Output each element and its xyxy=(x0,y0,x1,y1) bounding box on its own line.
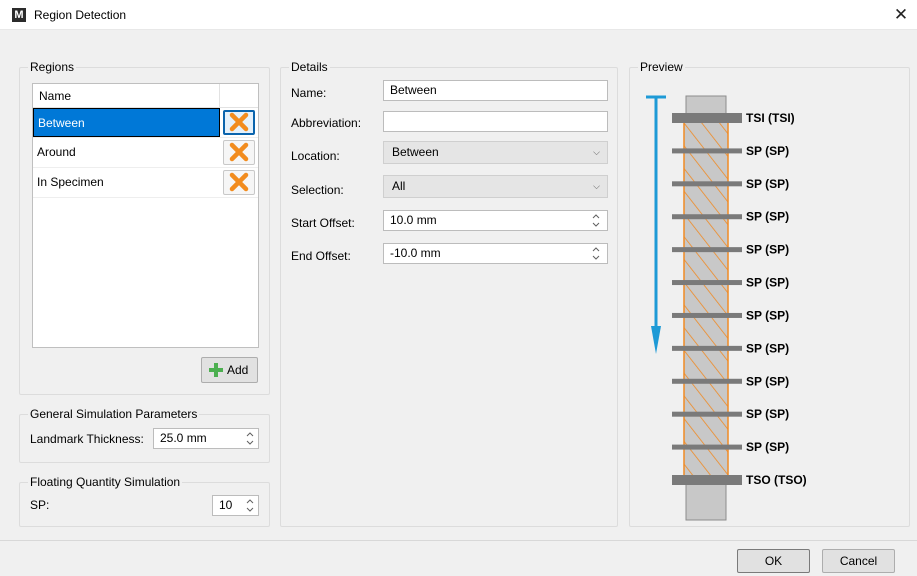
landmark-label: SP (SP) xyxy=(746,374,789,388)
close-icon[interactable]: ✕ xyxy=(889,2,913,28)
delete-x-icon xyxy=(229,112,249,132)
landmark-bar xyxy=(672,411,742,417)
landmark-label: TSI (TSI) xyxy=(746,111,795,125)
landmark-label: SP (SP) xyxy=(746,243,789,257)
preview-canvas: TSI (TSI) SP (SP) SP (SP) SP (SP) SP (SP) SP … xyxy=(629,76,910,525)
row-name[interactable]: Around xyxy=(33,138,220,167)
landmark-bar xyxy=(672,247,742,253)
app-logo-icon: M xyxy=(12,8,26,22)
start-offset-spinbox[interactable]: 10.0 mm xyxy=(383,210,608,231)
location-label: Location: xyxy=(291,149,340,163)
spin-arrows-icon[interactable] xyxy=(591,212,601,229)
landmark-bar xyxy=(672,312,742,318)
table-row[interactable]: Between xyxy=(33,108,258,138)
column-header-name: Name xyxy=(33,84,220,108)
landmark-label: SP (SP) xyxy=(746,210,789,224)
landmark-label: SP (SP) xyxy=(746,440,789,454)
table-row[interactable]: Around xyxy=(33,138,258,168)
landmark-bar xyxy=(672,475,742,485)
delete-x-icon xyxy=(229,172,249,192)
delete-x-icon xyxy=(229,142,249,162)
delete-button[interactable] xyxy=(223,170,255,195)
landmark-bar xyxy=(672,345,742,351)
abbreviation-field[interactable] xyxy=(383,111,608,132)
chevron-down-icon: ⌵ xyxy=(593,181,600,191)
window-title: Region Detection xyxy=(34,8,127,22)
landmark-label: SP (SP) xyxy=(746,407,789,421)
arrow-down-icon xyxy=(651,326,661,354)
selection-label: Selection: xyxy=(291,183,344,197)
specimen-preview-diagram: TSI (TSI) SP (SP) SP (SP) SP (SP) SP (SP) SP … xyxy=(646,95,807,521)
landmark-bar xyxy=(672,148,742,154)
landmark-thickness-spinbox[interactable]: 25.0 mm xyxy=(153,428,259,449)
landmark-bar xyxy=(672,378,742,384)
floating-quantity-title: Floating Quantity Simulation xyxy=(28,475,183,489)
add-button[interactable]: Add xyxy=(201,357,258,383)
details-group-title: Details xyxy=(289,60,330,74)
delete-button[interactable] xyxy=(223,140,255,165)
details-group: Details xyxy=(280,60,618,527)
end-offset-value: -10.0 mm xyxy=(390,246,441,260)
table-row[interactable]: In Specimen xyxy=(33,168,258,198)
landmark-label: SP (SP) xyxy=(746,341,789,355)
landmark-label: SP (SP) xyxy=(746,276,789,290)
spin-arrows-icon[interactable] xyxy=(245,497,255,514)
sp-value: 10 xyxy=(219,498,233,512)
preview-group-title: Preview xyxy=(638,60,685,74)
landmark-bar xyxy=(672,113,742,123)
ok-button[interactable]: OK xyxy=(737,549,810,573)
landmark-label: SP (SP) xyxy=(746,144,789,158)
region-hatch xyxy=(683,117,729,485)
sp-spinbox[interactable]: 10 xyxy=(212,495,259,516)
row-name[interactable]: Between xyxy=(33,108,220,137)
spin-arrows-icon[interactable] xyxy=(591,245,601,262)
abbreviation-label: Abbreviation: xyxy=(291,116,362,130)
title-bar: M Region Detection ✕ xyxy=(0,0,917,30)
regions-group-title: Regions xyxy=(28,60,77,74)
landmark-label: SP (SP) xyxy=(746,177,789,191)
delete-button[interactable] xyxy=(223,110,255,135)
landmark-label: TSO (TSO) xyxy=(746,473,807,487)
landmark-label: SP (SP) xyxy=(746,308,789,322)
row-name[interactable]: In Specimen xyxy=(33,168,220,197)
landmark-bar xyxy=(672,214,742,220)
name-label: Name: xyxy=(291,86,327,100)
selection-select[interactable]: All ⌵ xyxy=(383,175,608,198)
start-offset-label: Start Offset: xyxy=(291,216,355,230)
general-params-title: General Simulation Parameters xyxy=(28,407,200,421)
plus-icon xyxy=(209,363,223,377)
start-offset-value: 10.0 mm xyxy=(390,213,437,227)
name-field[interactable]: Between xyxy=(383,80,608,101)
landmark-thickness-value: 25.0 mm xyxy=(160,431,207,445)
spin-arrows-icon[interactable] xyxy=(245,430,255,447)
location-value: Between xyxy=(392,145,439,159)
table-header: Name xyxy=(33,84,258,108)
sp-label: SP: xyxy=(30,498,50,512)
chevron-down-icon: ⌵ xyxy=(593,147,600,157)
end-offset-label: End Offset: xyxy=(291,249,351,263)
landmark-bar xyxy=(672,444,742,450)
location-select[interactable]: Between ⌵ xyxy=(383,141,608,164)
add-label: Add xyxy=(227,363,249,377)
landmark-thickness-label: Landmark Thickness: xyxy=(30,432,144,446)
selection-value: All xyxy=(392,179,406,193)
landmark-bar xyxy=(672,181,742,187)
cancel-button[interactable]: Cancel xyxy=(822,549,895,573)
landmark-bar xyxy=(672,280,742,286)
regions-table: Name Between Around In Specimen xyxy=(32,83,259,348)
end-offset-spinbox[interactable]: -10.0 mm xyxy=(383,243,608,264)
